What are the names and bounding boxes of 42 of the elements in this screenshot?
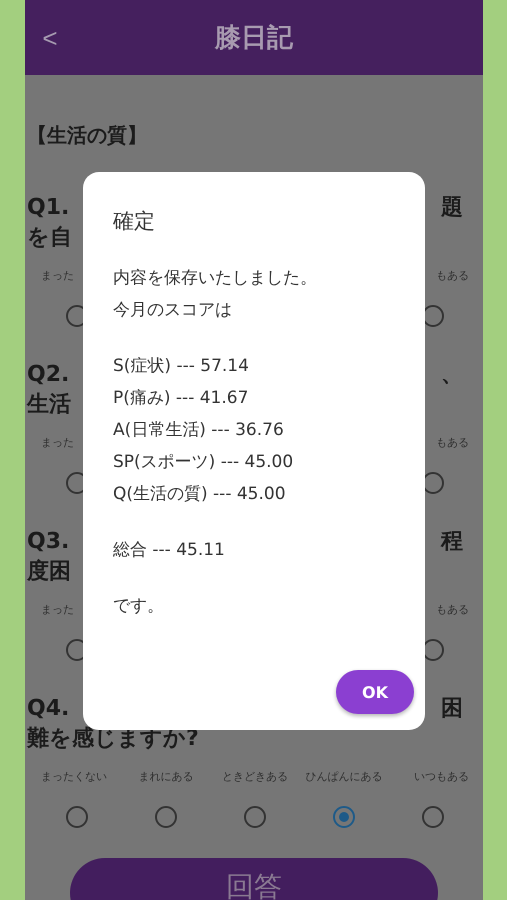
- question-text: 度困: [27, 558, 71, 586]
- question-text: Q2.: [27, 362, 70, 386]
- option-label: まった: [41, 603, 74, 617]
- question-text: Q1.: [27, 194, 70, 220]
- radio-button[interactable]: [155, 806, 177, 828]
- dialog-text: 内容を保存いたしました。: [113, 267, 318, 290]
- question-text: 程: [441, 528, 463, 556]
- dialog-text: SP(スポーツ) --- 45.00: [113, 451, 294, 474]
- option-label: もある: [436, 436, 469, 450]
- dialog-text: P(痛み) --- 41.67: [113, 387, 250, 410]
- question-text: 困: [441, 695, 463, 723]
- option-label: もある: [436, 603, 469, 617]
- question-text: 生活: [27, 391, 71, 419]
- section-title: 【生活の質】: [27, 123, 148, 147]
- dialog-text: です。: [113, 595, 165, 618]
- option-label: まったくない: [41, 770, 107, 784]
- option-label: まった: [41, 436, 74, 450]
- radio-button[interactable]: [244, 806, 266, 828]
- radio-button[interactable]: [422, 806, 444, 828]
- dialog-text: A(日常生活) --- 36.76: [113, 419, 285, 442]
- option-label: ときどきある: [222, 770, 288, 784]
- question-text: Q4.: [27, 696, 70, 720]
- option-label: いつもある: [414, 770, 469, 784]
- dialog-text: 総合 --- 45.11: [113, 539, 226, 562]
- back-button[interactable]: <: [41, 24, 59, 52]
- radio-button[interactable]: [66, 806, 88, 828]
- question-text: 、: [441, 361, 463, 389]
- question-text: Q3.: [27, 528, 70, 554]
- option-label: まれにある: [138, 770, 194, 784]
- radio-button[interactable]: [333, 806, 355, 828]
- option-label: もある: [436, 269, 469, 283]
- app-title: 膝日記: [215, 22, 293, 55]
- dialog-text: 今月のスコアは: [113, 299, 233, 322]
- dialog-text: S(症状) --- 57.14: [113, 355, 250, 378]
- question-text: を自: [27, 224, 72, 252]
- ok-button[interactable]: OK: [336, 670, 414, 714]
- option-label: まった: [41, 269, 74, 283]
- option-label: ひんぱんにある: [306, 770, 382, 784]
- dialog-text: Q(生活の質) --- 45.00: [113, 483, 287, 506]
- question-text: 題: [441, 194, 463, 222]
- submit-button[interactable]: 回答: [70, 858, 438, 900]
- dialog-title: 確定: [113, 208, 156, 235]
